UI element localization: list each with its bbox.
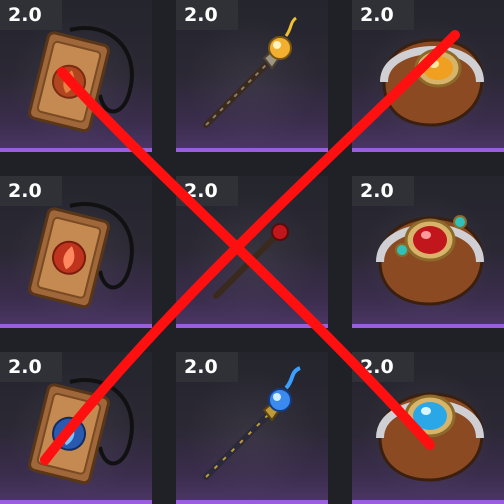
inventory-grid: 2.0 2.0 2.0 2.0 2.0 2.0 2.0 2.0 2.0 (0, 0, 504, 504)
item-level-badge: 2.0 (176, 352, 238, 382)
item-slot-bracer-red[interactable]: 2.0 (352, 176, 504, 328)
item-level-badge: 2.0 (0, 176, 62, 206)
item-level-badge: 2.0 (0, 352, 62, 382)
inventory-screen: 2.0 2.0 2.0 2.0 2.0 2.0 2.0 2.0 2.0 (0, 0, 504, 504)
item-level-badge: 2.0 (0, 0, 62, 30)
item-slot-staff-blue[interactable]: 2.0 (176, 352, 328, 504)
item-slot-staff-gold[interactable]: 2.0 (176, 0, 328, 152)
item-slot-amulet-orange[interactable]: 2.0 (0, 0, 152, 152)
item-level-badge: 2.0 (352, 176, 414, 206)
item-level-badge: 2.0 (176, 0, 238, 30)
item-slot-bracer-orange[interactable]: 2.0 (352, 0, 504, 152)
item-slot-amulet-red[interactable]: 2.0 (0, 176, 152, 328)
item-slot-staff-red[interactable]: 2.0 (176, 176, 328, 328)
item-level-badge: 2.0 (352, 352, 414, 382)
item-slot-amulet-blue[interactable]: 2.0 (0, 352, 152, 504)
item-slot-bracer-blue[interactable]: 2.0 (352, 352, 504, 504)
item-level-badge: 2.0 (176, 176, 238, 206)
item-level-badge: 2.0 (352, 0, 414, 30)
